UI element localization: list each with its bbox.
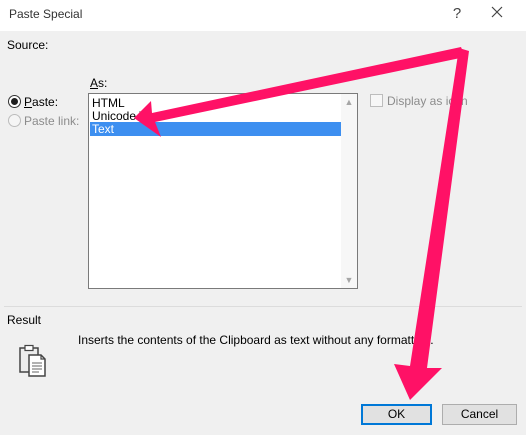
result-description: Inserts the contents of the Clipboard as… (78, 333, 434, 347)
paste-radio-label[interactable]: Paste: (24, 95, 58, 109)
result-label: Result (7, 313, 42, 327)
clipboard-icon (19, 344, 46, 377)
list-item-html[interactable]: HTML (90, 96, 342, 110)
scroll-down-icon[interactable]: ▼ (341, 272, 357, 288)
as-label: As: (90, 76, 107, 90)
close-button[interactable] (490, 5, 508, 23)
ok-button[interactable]: OK (361, 404, 432, 425)
paste-label-rest: aste: (32, 95, 59, 109)
listbox-scrollbar[interactable]: ▲ ▼ (341, 94, 357, 288)
paste-radio[interactable] (8, 95, 21, 108)
display-as-icon-label[interactable]: Display as icon (387, 94, 468, 108)
title-bar: Paste Special ? (0, 0, 526, 31)
as-format-listbox[interactable]: HTML Unicode Text Text ▲ ▼ (88, 93, 358, 289)
scroll-up-icon[interactable]: ▲ (341, 94, 357, 110)
paste-label-accel: P (24, 95, 33, 109)
window-title: Paste Special (9, 7, 83, 21)
as-label-accel: A (90, 76, 99, 90)
cancel-button[interactable]: Cancel (442, 404, 517, 425)
paste-link-label[interactable]: Paste link: (24, 114, 79, 128)
result-divider (4, 306, 522, 307)
list-item-unicode-text[interactable]: Unicode Text (90, 109, 342, 123)
source-label: Source: (7, 38, 49, 52)
as-label-rest: s: (98, 76, 108, 90)
paste-link-radio[interactable] (8, 114, 21, 127)
display-as-icon-checkbox[interactable] (370, 94, 383, 107)
close-icon (491, 6, 503, 18)
list-item-text[interactable]: Text (90, 122, 342, 136)
paste-special-dialog: Paste Special ? Source: As: Paste: Paste… (0, 0, 526, 435)
help-button[interactable]: ? (448, 5, 466, 23)
